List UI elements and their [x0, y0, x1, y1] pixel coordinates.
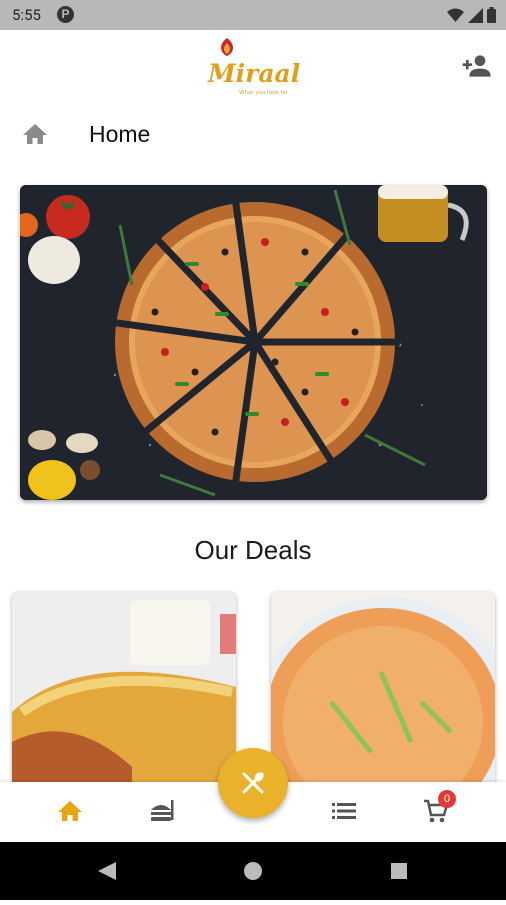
nav-burger-icon[interactable]: [146, 796, 178, 826]
nav-cart-icon[interactable]: 0: [420, 790, 456, 826]
banner-image[interactable]: [20, 185, 487, 500]
nav-list-icon[interactable]: [328, 796, 360, 826]
wifi-icon: [447, 8, 464, 22]
page-title: Home: [89, 121, 151, 147]
logo-flame-icon: [221, 38, 233, 56]
home-icon[interactable]: [22, 122, 48, 146]
system-nav-bar: [0, 842, 506, 900]
recents-icon[interactable]: [391, 863, 407, 879]
app-logo[interactable]: Miraal What you love for: [205, 36, 300, 98]
back-icon[interactable]: [98, 862, 116, 880]
p-icon: P: [57, 6, 74, 23]
signal-icon: [468, 7, 483, 23]
deals-title: Our Deals: [194, 535, 312, 565]
app-bar: Miraal What you love for: [0, 30, 506, 100]
battery-icon: [487, 7, 496, 23]
deal-card[interactable]: [12, 592, 236, 792]
status-time: 5:55: [12, 6, 41, 24]
breadcrumb: Home: [0, 108, 506, 162]
deal-card[interactable]: [271, 592, 495, 792]
nav-home-icon[interactable]: [54, 796, 86, 826]
svg-text:Miraal: Miraal: [207, 59, 300, 88]
home-button-icon[interactable]: [244, 862, 262, 880]
status-bar: 5:55 P: [0, 0, 506, 30]
svg-text:What you love for: What you love for: [239, 90, 289, 96]
status-icons: [447, 7, 496, 23]
person-add-icon[interactable]: [460, 50, 492, 82]
cart-count-badge: 0: [438, 790, 456, 808]
utensils-icon[interactable]: [218, 748, 288, 818]
